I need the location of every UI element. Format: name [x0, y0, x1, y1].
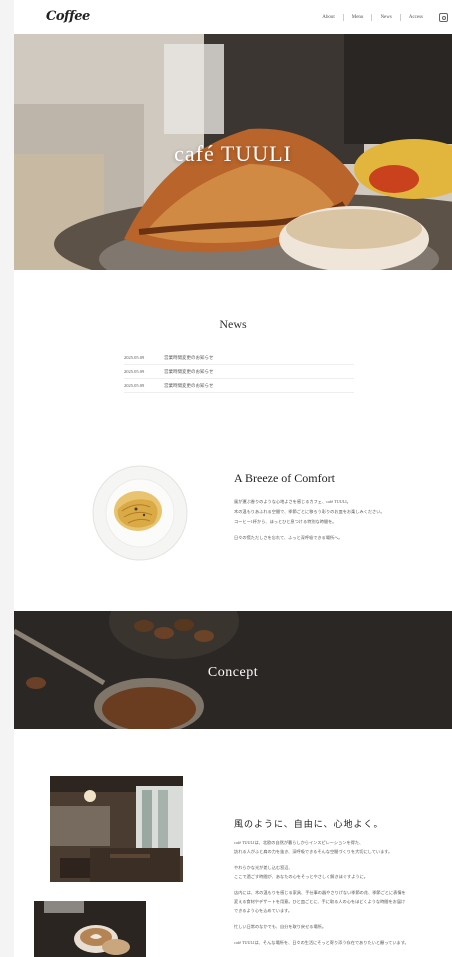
nav-about[interactable]: About: [314, 14, 343, 21]
main-nav: About Menu News Access: [314, 13, 448, 22]
news-heading: News: [219, 317, 247, 331]
news-date: 2025.05.09: [124, 369, 145, 374]
instagram-icon[interactable]: [439, 13, 448, 22]
wind-line: ここで過ごす時間が、あなたの心をそっとやさしく解きほぐすように。: [234, 874, 368, 879]
nav-news[interactable]: News: [371, 14, 399, 21]
concept-heading: Concept: [207, 665, 259, 680]
nav-menu[interactable]: Menu: [342, 14, 372, 21]
hero-image: café TUULI: [14, 34, 452, 270]
latte-art-photo: [34, 901, 146, 957]
nav-access[interactable]: Access: [399, 14, 431, 21]
pasta-plate-image: [92, 465, 188, 561]
news-date: 2025.05.09: [124, 355, 145, 360]
page: Coffee About Menu News Access café TUULI…: [14, 0, 452, 957]
wind-line: 店内には、木の温もりを感じる家具、手仕事の器やさりげない季節の花、季節ごとに表情…: [234, 890, 406, 895]
hero-title: café TUULI: [174, 141, 292, 166]
breeze-text: 風が運ぶ香りのような心地よさを感じるカフェ、café TUULI。 木の温もりあ…: [234, 497, 434, 549]
wind-heading: 風のように、自由に、心地よく。: [234, 819, 384, 829]
news-item[interactable]: 2025.05.09 営業時間変更のお知らせ: [124, 365, 354, 379]
logo[interactable]: Coffee: [46, 9, 90, 24]
breeze-line: 木の温もりあふれる空間で、季節ごとに移ろう彩りのお皿をお楽しみください。: [234, 509, 385, 514]
wind-line: café TUULIは、北欧の自然が暮らしからインスピレーションを得た、: [234, 840, 364, 845]
concept-banner: Concept: [14, 611, 452, 729]
breeze-line: コーヒー1杯から、ほっとひと息つける特別な時間を。: [234, 519, 337, 524]
news-item[interactable]: 2025.05.09 営業時間変更のお知らせ: [124, 351, 354, 365]
news-text: 営業時間変更のお知らせ: [164, 354, 214, 360]
breeze-heading: A Breeze of Comfort: [234, 471, 335, 485]
wind-line: できるよう心を込めています。: [234, 908, 293, 913]
news-text: 営業時間変更のお知らせ: [164, 382, 214, 388]
news-text: 営業時間変更のお知らせ: [164, 368, 214, 374]
news-list: 2025.05.09 営業時間変更のお知らせ 2025.05.09 営業時間変更…: [124, 351, 354, 393]
cafe-interior-photo: [50, 776, 183, 882]
wind-line: 訪れる人がふと肩の力を抜き、深呼吸できるそんな空間づくりを大切にしています。: [234, 849, 393, 854]
breeze-line: 風が運ぶ香りのような心地よさを感じるカフェ、café TUULI。: [234, 499, 351, 504]
news-item[interactable]: 2025.05.09 営業時間変更のお知らせ: [124, 379, 354, 393]
wind-line: やわらかな光が差し込む窓辺、: [234, 865, 293, 870]
wind-line: café TUULIは、そんな場所を、日々の生活にそっと寄り添う存在でありたいと…: [234, 940, 409, 945]
news-date: 2025.05.09: [124, 383, 145, 388]
site-header: Coffee About Menu News Access: [14, 0, 452, 36]
wind-line: 忙しい日常のなかでも、自分を取り戻せる場所。: [234, 924, 327, 929]
wind-line: 変える食材やデザートを用意。ひと皿ごとに、手に取る人の心をほどくような時間をお届…: [234, 899, 406, 904]
wind-text: café TUULIは、北欧の自然が暮らしからインスピレーションを得た、 訪れる…: [234, 838, 444, 954]
breeze-line: 日々の慌ただしさを忘れて、ふっと深呼吸できる場所へ。: [234, 535, 343, 540]
